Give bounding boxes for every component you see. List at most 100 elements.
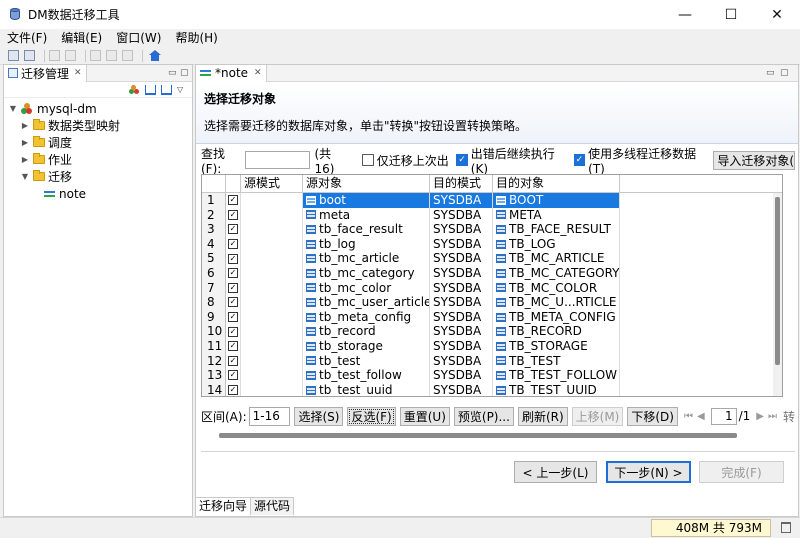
table-row[interactable]: 3 ✓ tb_face_result SYSDBA TB_FACE_RESULT <box>202 222 782 237</box>
range-input[interactable]: 1-16 <box>248 406 291 426</box>
new-project-icon[interactable] <box>129 84 140 95</box>
table-row[interactable]: 6 ✓ tb_mc_category SYSDBA TB_MC_CATEGORY <box>202 265 782 281</box>
source-object-cell[interactable]: tb_meta_config <box>303 309 430 325</box>
tree-node-note[interactable]: note <box>4 185 192 202</box>
target-object-cell[interactable]: TB_STORAGE <box>493 338 620 354</box>
target-schema-cell[interactable]: SYSDBA <box>430 382 493 396</box>
source-object-cell[interactable]: boot <box>303 193 430 208</box>
tree-node-migration[interactable]: ▼ 迁移 <box>4 168 192 185</box>
source-object-cell[interactable]: tb_storage <box>303 338 430 354</box>
tree-node-job[interactable]: ▶ 作业 <box>4 151 192 168</box>
checked-checkbox-icon[interactable]: ✓ <box>228 239 238 250</box>
row-checkbox-cell[interactable]: ✓ <box>226 338 241 354</box>
copy-icon[interactable] <box>106 50 117 61</box>
select-button[interactable]: 选择(S) <box>294 406 344 426</box>
move-down-button[interactable]: 下移(D) <box>627 406 678 426</box>
checked-checkbox-icon[interactable]: ✓ <box>228 297 238 308</box>
row-checkbox-cell[interactable]: ✓ <box>226 324 241 339</box>
source-object-cell[interactable]: tb_test_uuid <box>303 382 430 396</box>
row-checkbox-cell[interactable]: ✓ <box>226 222 241 237</box>
menu-help[interactable]: 帮助(H) <box>168 29 224 47</box>
home-icon[interactable] <box>149 50 161 61</box>
target-object-cell[interactable]: META <box>493 207 620 223</box>
target-schema-cell[interactable]: SYSDBA <box>430 309 493 325</box>
checked-checkbox-icon[interactable]: ✓ <box>228 195 238 206</box>
close-tab-icon[interactable]: ✕ <box>74 68 82 78</box>
source-object-cell[interactable]: tb_mc_user_article <box>303 295 430 310</box>
garbage-collect-icon[interactable] <box>781 522 791 533</box>
source-object-cell[interactable]: tb_mc_color <box>303 280 430 296</box>
target-schema-cell[interactable]: SYSDBA <box>430 265 493 281</box>
source-object-cell[interactable]: tb_mc_article <box>303 251 430 266</box>
table-row[interactable]: 9 ✓ tb_meta_config SYSDBA TB_META_CONFIG <box>202 309 782 325</box>
menu-file[interactable]: 文件(F) <box>0 29 54 47</box>
save-all-icon[interactable] <box>24 50 35 61</box>
table-row[interactable]: 1 ✓ boot SYSDBA BOOT <box>202 193 782 208</box>
target-object-cell[interactable]: TB_MC_ARTICLE <box>493 251 620 266</box>
row-checkbox-cell[interactable]: ✓ <box>226 207 241 223</box>
target-schema-cell[interactable]: SYSDBA <box>430 338 493 354</box>
target-object-cell[interactable]: BOOT <box>493 193 620 208</box>
checked-checkbox-icon[interactable]: ✓ <box>228 385 238 396</box>
target-object-cell[interactable]: TB_MC_CATEGORY <box>493 265 620 281</box>
expanded-chevron-icon[interactable]: ▼ <box>20 172 30 181</box>
view-menu-icon[interactable]: ▽ <box>177 85 188 95</box>
target-schema-cell[interactable]: SYSDBA <box>430 251 493 266</box>
minimize-button[interactable]: — <box>662 0 708 29</box>
target-object-cell[interactable]: TB_MC_U...RTICLE <box>493 295 620 310</box>
row-checkbox-cell[interactable]: ✓ <box>226 193 241 208</box>
menu-edit[interactable]: 编辑(E) <box>54 29 109 47</box>
first-page-icon[interactable]: ⏮ <box>684 411 693 422</box>
checked-checkbox-icon[interactable]: ✓ <box>228 341 238 352</box>
preview-button[interactable]: 预览(P)... <box>453 406 514 426</box>
menu-window[interactable]: 窗口(W) <box>109 29 168 47</box>
row-checkbox-cell[interactable]: ✓ <box>226 295 241 310</box>
collapsed-chevron-icon[interactable]: ▶ <box>20 138 30 147</box>
target-schema-cell[interactable]: SYSDBA <box>430 193 493 208</box>
target-object-cell[interactable]: TB_TEST_UUID <box>493 382 620 396</box>
col-source-schema[interactable]: 源模式 <box>241 175 303 192</box>
save-icon[interactable] <box>8 50 19 61</box>
minimize-panel-icon[interactable]: ▭ <box>766 68 775 78</box>
reset-button[interactable]: 重置(U) <box>399 406 450 426</box>
checked-checkbox-icon[interactable]: ✓ <box>228 209 238 220</box>
minimize-panel-icon[interactable]: ▭ <box>168 68 177 78</box>
table-vertical-scrollbar[interactable] <box>773 193 782 396</box>
table-row[interactable]: 2 ✓ meta SYSDBA META <box>202 207 782 223</box>
maximize-button[interactable]: ☐ <box>708 0 754 29</box>
table-row[interactable]: 11 ✓ tb_storage SYSDBA TB_STORAGE <box>202 338 782 354</box>
target-object-cell[interactable]: TB_FACE_RESULT <box>493 222 620 237</box>
checked-checkbox-icon[interactable]: ✓ <box>228 355 238 366</box>
maximize-panel-icon[interactable]: ▢ <box>180 68 189 78</box>
horizontal-scrollbar[interactable] <box>201 431 783 439</box>
tree-node-type-mapping[interactable]: ▶ 数据类型映射 <box>4 117 192 134</box>
invert-selection-button[interactable]: 反选(F) <box>347 406 396 426</box>
col-check[interactable] <box>226 175 241 192</box>
checked-checkbox-icon[interactable]: ✓ <box>228 282 238 293</box>
target-schema-cell[interactable]: SYSDBA <box>430 353 493 369</box>
refresh-button[interactable]: 刷新(R) <box>517 406 568 426</box>
source-object-cell[interactable]: tb_face_result <box>303 222 430 237</box>
row-checkbox-cell[interactable]: ✓ <box>226 265 241 281</box>
finish-button[interactable]: 完成(F) <box>699 461 784 483</box>
continue-on-error-checkbox[interactable]: ✓ <box>456 154 468 166</box>
row-checkbox-cell[interactable]: ✓ <box>226 280 241 296</box>
page-input[interactable]: 1 <box>710 407 737 425</box>
target-schema-cell[interactable]: SYSDBA <box>430 207 493 223</box>
target-schema-cell[interactable]: SYSDBA <box>430 236 493 252</box>
redo-icon[interactable] <box>65 50 76 61</box>
table-row[interactable]: 4 ✓ tb_log SYSDBA TB_LOG <box>202 236 782 252</box>
collapsed-chevron-icon[interactable]: ▶ <box>20 121 30 130</box>
table-row[interactable]: 14 ✓ tb_test_uuid SYSDBA TB_TEST_UUID <box>202 382 782 396</box>
convert-button-partial[interactable]: 转 <box>783 408 795 425</box>
tab-note[interactable]: *note ✕ <box>196 64 267 82</box>
row-checkbox-cell[interactable]: ✓ <box>226 251 241 266</box>
target-object-cell[interactable]: TB_TEST <box>493 353 620 369</box>
row-checkbox-cell[interactable]: ✓ <box>226 382 241 396</box>
prev-step-button[interactable]: < 上一步(L) <box>514 461 597 483</box>
paste-icon[interactable] <box>122 50 133 61</box>
col-target-object[interactable]: 目的对象 <box>493 175 620 192</box>
target-object-cell[interactable]: TB_META_CONFIG <box>493 309 620 325</box>
row-checkbox-cell[interactable]: ✓ <box>226 309 241 325</box>
checked-checkbox-icon[interactable]: ✓ <box>228 268 238 279</box>
